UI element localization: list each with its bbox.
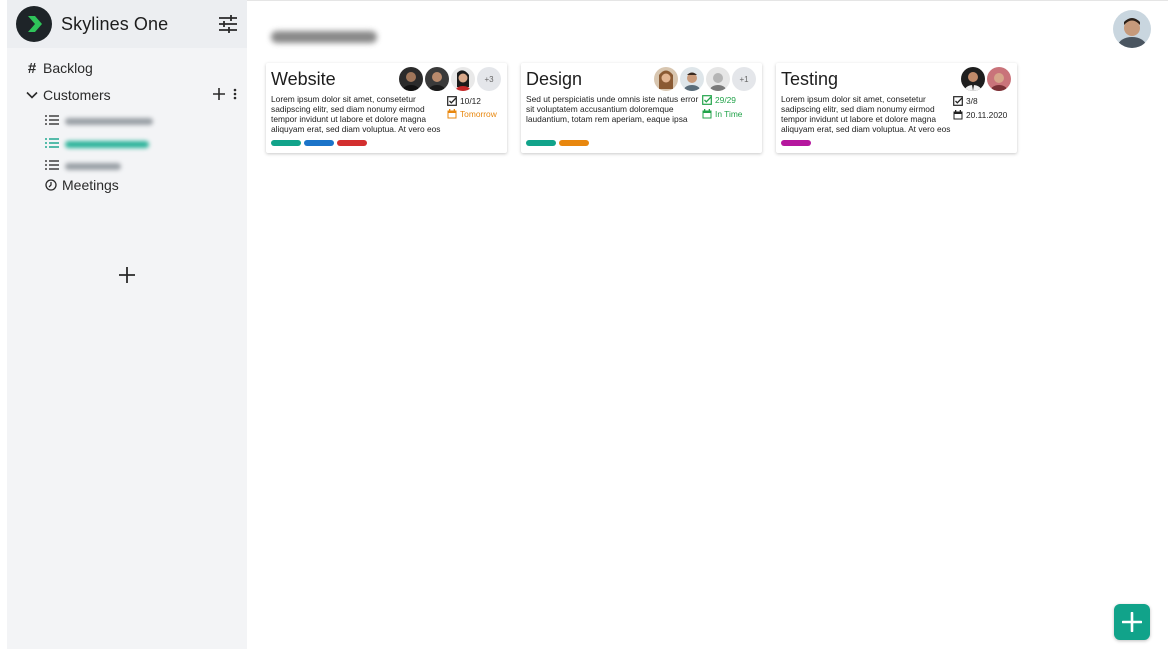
project-card[interactable]: Website +3 Lorem ipsum dolor sit amet, c… <box>266 63 507 153</box>
avatar[interactable] <box>987 67 1011 91</box>
task-count: 3/8 <box>953 96 978 106</box>
project-card[interactable]: Design +1 Sed ut perspiciatis unde omnis… <box>521 63 762 153</box>
tag <box>337 140 367 146</box>
sidebar-subitem-list[interactable] <box>45 157 121 175</box>
calendar-icon <box>447 109 457 119</box>
project-description: Sed ut perspiciatis unde omnis iste natu… <box>526 94 699 124</box>
plus-icon <box>1122 612 1142 632</box>
list-icon <box>45 112 59 130</box>
redacted-label <box>65 140 149 148</box>
avatar[interactable] <box>399 67 423 91</box>
app-name: Skylines One <box>61 13 169 34</box>
main-content: Website +3 Lorem ipsum dolor sit amet, c… <box>247 0 1168 649</box>
list-icon <box>45 157 59 175</box>
filter-settings-icon[interactable] <box>218 14 238 34</box>
sidebar-item-label: Backlog <box>43 60 93 76</box>
due-date: In Time <box>702 109 742 119</box>
redacted-label <box>65 117 153 125</box>
app-logo[interactable] <box>16 6 52 42</box>
tag <box>304 140 334 146</box>
redacted-label <box>65 162 121 170</box>
tag <box>526 140 556 146</box>
tag-list <box>271 140 367 146</box>
brand-header: Skylines One <box>7 0 247 48</box>
tag-list <box>781 140 811 146</box>
sidebar-item-label: Customers <box>43 87 111 103</box>
tag <box>559 140 589 146</box>
add-icon[interactable] <box>213 87 225 105</box>
redacted-page-title <box>271 31 377 43</box>
member-avatars <box>959 67 1011 91</box>
task-count: 10/12 <box>447 96 481 106</box>
list-icon <box>45 135 59 153</box>
sidebar-subitem-list[interactable] <box>45 112 153 130</box>
project-card[interactable]: Testing Lorem ipsum dolor sit amet, cons… <box>776 63 1017 153</box>
chevron-down-icon <box>25 88 39 102</box>
calendar-icon <box>953 110 963 120</box>
add-project-button[interactable] <box>118 266 136 284</box>
checkbox-icon <box>447 96 457 106</box>
more-members-badge[interactable]: +3 <box>477 67 501 91</box>
sidebar-subitem-list-active[interactable] <box>45 135 149 153</box>
avatar[interactable] <box>706 67 730 91</box>
sidebar-item-label: Meetings <box>62 177 119 193</box>
tag <box>781 140 811 146</box>
user-avatar[interactable] <box>1113 10 1151 48</box>
add-fab-button[interactable] <box>1114 604 1150 640</box>
sidebar: Skylines One # Backlog Customers Meeting… <box>7 0 247 649</box>
calendar-icon <box>702 109 712 119</box>
sidebar-item-backlog[interactable]: # Backlog <box>25 59 93 77</box>
task-count: 29/29 <box>702 95 736 105</box>
more-vertical-icon[interactable] <box>233 87 237 105</box>
project-title: Website <box>271 69 336 89</box>
member-avatars: +3 <box>397 67 501 91</box>
due-date: 20.11.2020 <box>953 110 1007 120</box>
project-title: Testing <box>781 69 839 89</box>
more-members-badge[interactable]: +1 <box>732 67 756 91</box>
avatar[interactable] <box>425 67 449 91</box>
hash-icon: # <box>27 59 37 77</box>
checkbox-icon <box>702 95 712 105</box>
member-avatars: +1 <box>652 67 756 91</box>
project-description: Lorem ipsum dolor sit amet, consetetur s… <box>271 94 441 134</box>
avatar[interactable] <box>680 67 704 91</box>
tag <box>271 140 301 146</box>
tag-list <box>526 140 589 146</box>
customers-actions <box>213 87 237 105</box>
avatar[interactable] <box>654 67 678 91</box>
project-description: Lorem ipsum dolor sit amet, consetetur s… <box>781 94 951 134</box>
avatar[interactable] <box>451 67 475 91</box>
checkbox-icon <box>953 96 963 106</box>
timer-icon <box>44 178 58 192</box>
project-title: Design <box>526 69 583 89</box>
due-date: Tomorrow <box>447 109 497 119</box>
avatar[interactable] <box>961 67 985 91</box>
sidebar-item-customers[interactable]: Customers <box>25 87 111 103</box>
sidebar-item-meetings[interactable]: Meetings <box>44 177 119 193</box>
